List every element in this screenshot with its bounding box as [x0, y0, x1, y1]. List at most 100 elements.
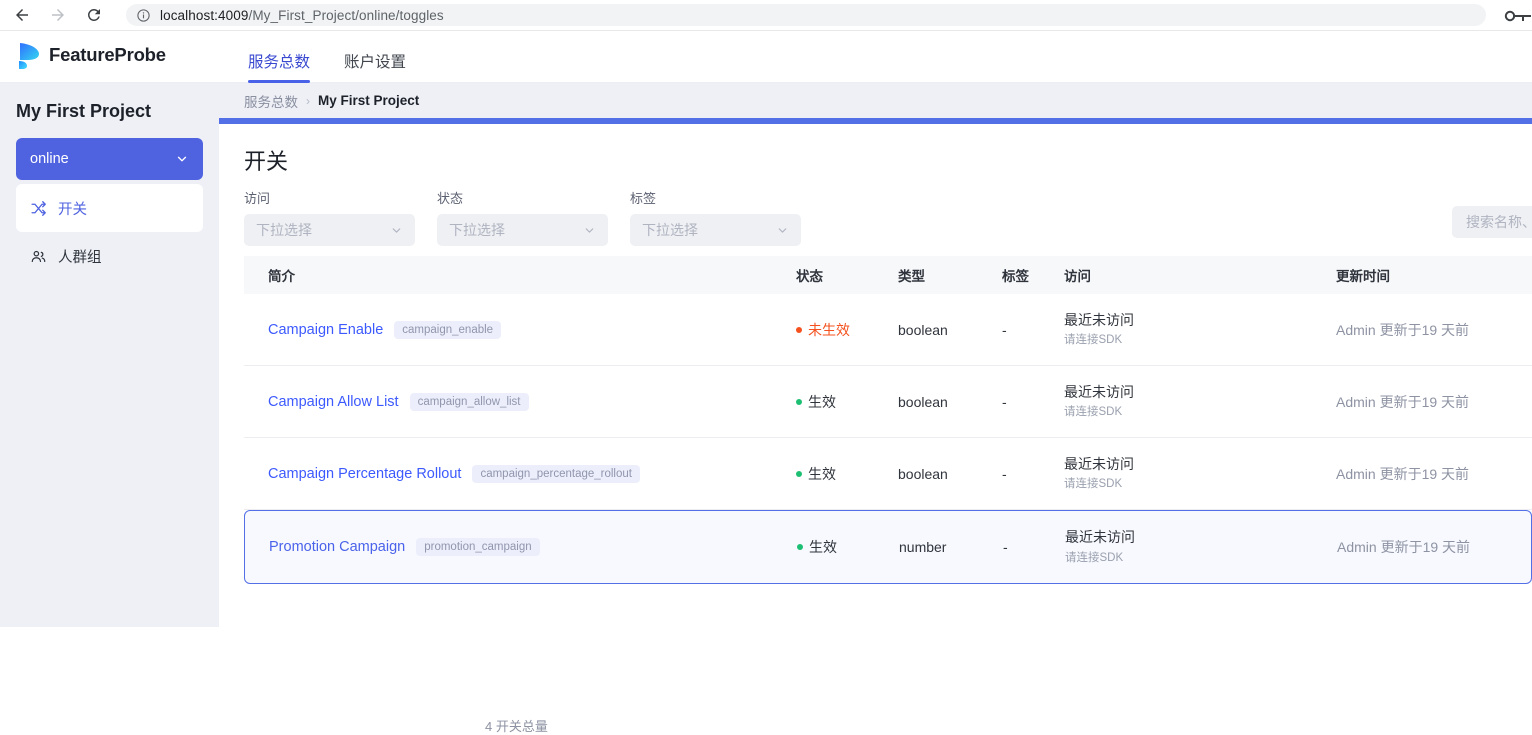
cell-type: number [899, 539, 1003, 555]
reload-button[interactable] [80, 1, 108, 29]
filter-tag-label: 标签 [630, 188, 801, 207]
table-row[interactable]: Campaign Percentage Rolloutcampaign_perc… [244, 438, 1532, 510]
chevron-down-icon [776, 224, 789, 237]
cell-updated: Admin 更新于19 天前 [1337, 537, 1527, 557]
toggle-name-link[interactable]: Campaign Enable [268, 322, 383, 338]
filter-bar: 访问 下拉选择 状态 下拉选择 标签 下拉选择 [244, 188, 801, 246]
sidebar-item-toggles[interactable]: 开关 [16, 184, 203, 232]
filter-state-select[interactable]: 下拉选择 [437, 214, 608, 246]
status-badge: 生效 [809, 537, 837, 557]
sidebar-item-segments-label: 人群组 [58, 246, 102, 267]
column-header-tag: 标签 [1002, 265, 1064, 285]
info-circle-icon[interactable] [136, 8, 151, 23]
filter-state: 状态 下拉选择 [437, 188, 608, 246]
visit-status: 最近未访问 [1064, 384, 1336, 402]
cell-tag: - [1002, 322, 1064, 338]
cell-state: 未生效 [796, 320, 898, 340]
cell-visit: 最近未访问请连接SDK [1064, 312, 1336, 348]
brand-name: FeatureProbe [49, 44, 166, 66]
visit-hint: 请连接SDK [1064, 331, 1336, 347]
table-row[interactable]: Promotion Campaignpromotion_campaign 生效 nu… [244, 510, 1532, 584]
tab-account-settings[interactable]: 账户设置 [344, 50, 406, 83]
search-input[interactable]: 搜索名称、 [1452, 206, 1532, 238]
chevron-down-icon [175, 152, 189, 166]
column-header-name: 简介 [244, 265, 796, 285]
back-arrow-icon [13, 6, 31, 24]
visit-status: 最近未访问 [1064, 456, 1336, 474]
toggle-key-badge: campaign_enable [394, 321, 501, 339]
content-card: 开关 访问 下拉选择 状态 下拉选择 标签 下拉选择 [219, 118, 1532, 627]
breadcrumb-separator-icon: › [306, 94, 310, 108]
toggle-key-badge: campaign_allow_list [410, 393, 529, 411]
sidebar-item-toggles-label: 开关 [58, 198, 87, 219]
toggles-table: 简介 状态 类型 标签 访问 更新时间 Campaign Enable campa… [244, 256, 1532, 584]
browser-toolbar: localhost:4009/My_First_Project/online/t… [0, 0, 1532, 31]
column-header-state: 状态 [796, 265, 898, 285]
chevron-down-icon [390, 224, 403, 237]
column-header-updated: 更新时间 [1336, 265, 1526, 285]
filter-state-placeholder: 下拉选择 [449, 220, 583, 240]
cell-name: Promotion Campaignpromotion_campaign [245, 538, 797, 556]
breadcrumb-root[interactable]: 服务总数 [244, 91, 298, 111]
cell-visit: 最近未访问请连接SDK [1064, 384, 1336, 420]
back-button[interactable] [8, 1, 36, 29]
environment-selector[interactable]: online [16, 138, 203, 180]
status-badge: 未生效 [808, 320, 850, 340]
column-header-visit: 访问 [1064, 265, 1336, 285]
cell-visit: 最近未访问请连接SDK [1064, 456, 1336, 492]
card-accent-bar [219, 118, 1532, 124]
sidebar: My First Project online 开关 人群组 [0, 83, 219, 627]
sidebar-item-segments[interactable]: 人群组 [16, 232, 203, 280]
address-bar-text: localhost:4009/My_First_Project/online/t… [160, 8, 444, 23]
url-path: /My_First_Project/online/toggles [248, 8, 443, 23]
filter-visit-placeholder: 下拉选择 [256, 220, 390, 240]
cell-tag: - [1002, 394, 1064, 410]
toggle-name-link[interactable]: Campaign Percentage Rollout [268, 466, 461, 482]
visit-hint: 请连接SDK [1064, 475, 1336, 491]
password-manager-button[interactable] [1502, 8, 1532, 24]
forward-button[interactable] [44, 1, 72, 29]
breadcrumb-current: My First Project [318, 93, 419, 108]
forward-arrow-icon [49, 6, 67, 24]
project-title: My First Project [16, 101, 219, 122]
cell-name: Campaign Allow List campaign_allow_list [244, 393, 796, 411]
tab-services[interactable]: 服务总数 [248, 50, 310, 83]
status-dot-icon [796, 327, 802, 333]
table-header-row: 简介 状态 类型 标签 访问 更新时间 [244, 256, 1532, 294]
address-bar[interactable]: localhost:4009/My_First_Project/online/t… [126, 4, 1486, 26]
users-icon [30, 248, 47, 265]
breadcrumb: 服务总数 › My First Project [219, 83, 1532, 118]
cell-type: boolean [898, 322, 1002, 338]
reload-icon [85, 6, 103, 24]
sidebar-nav: 开关 人群组 [16, 184, 203, 280]
cell-name: Campaign Percentage Rolloutcampaign_perc… [244, 465, 796, 483]
status-dot-icon [797, 544, 803, 550]
app-header: FeatureProbe 服务总数 账户设置 [0, 31, 1532, 83]
status-dot-icon [796, 471, 802, 477]
cell-updated: Admin 更新于19 天前 [1336, 320, 1526, 340]
filter-state-label: 状态 [437, 188, 608, 207]
table-row[interactable]: Campaign Allow List campaign_allow_list 生效… [244, 366, 1532, 438]
filter-tag-placeholder: 下拉选择 [642, 220, 776, 240]
status-badge: 生效 [808, 392, 836, 412]
column-header-type: 类型 [898, 265, 1002, 285]
table-footer-count: 4 开关总量 [485, 716, 548, 735]
filter-tag-select[interactable]: 下拉选择 [630, 214, 801, 246]
url-host: localhost:4009 [160, 8, 248, 23]
visit-status: 最近未访问 [1064, 312, 1336, 330]
toggle-name-link[interactable]: Campaign Allow List [268, 394, 399, 410]
cell-state: 生效 [797, 537, 899, 557]
cell-tag: - [1003, 539, 1065, 555]
visit-status: 最近未访问 [1065, 529, 1337, 547]
filter-tag: 标签 下拉选择 [630, 188, 801, 246]
table-row[interactable]: Campaign Enable campaign_enable 未生效 boolean… [244, 294, 1532, 366]
filter-visit-select[interactable]: 下拉选择 [244, 214, 415, 246]
cell-state: 生效 [796, 464, 898, 484]
table-body: Campaign Enable campaign_enable 未生效 boolean… [244, 294, 1532, 584]
cell-type: boolean [898, 394, 1002, 410]
filter-visit: 访问 下拉选择 [244, 188, 415, 246]
chevron-down-icon [583, 224, 596, 237]
cell-tag: - [1002, 466, 1064, 482]
toggle-name-link[interactable]: Promotion Campaign [269, 539, 405, 555]
brand-logo[interactable]: FeatureProbe [16, 40, 166, 70]
